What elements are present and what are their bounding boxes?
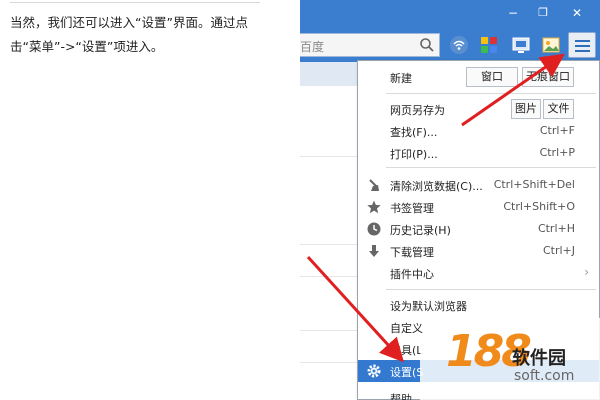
- screenshot-icon[interactable]: [510, 34, 532, 56]
- download-arrow-icon: [369, 245, 379, 257]
- menu-downloads-shortcut: Ctrl+J: [542, 244, 575, 257]
- menu-settings-label: 设置(S: [390, 366, 424, 379]
- menu-bookmarks-shortcut: Ctrl+Shift+O: [503, 200, 575, 213]
- menu-plugins-label: 插件中心: [390, 268, 434, 281]
- menu-item-clear-data[interactable]: 清除浏览数据(C)... Ctrl+Shift+Del: [358, 174, 599, 196]
- minimize-button[interactable]: −: [498, 2, 528, 24]
- menu-item-history[interactable]: 历史记录(H) Ctrl+H: [358, 218, 599, 240]
- address-bar[interactable]: 百度: [300, 33, 440, 57]
- menu-customize-label: 自定义: [390, 322, 423, 335]
- menu-item-plugins[interactable]: 插件中心 ›: [358, 262, 599, 284]
- watermark-domain: soft.com: [514, 368, 575, 384]
- menu-history-shortcut: Ctrl+H: [537, 222, 575, 235]
- address-placeholder: 百度: [300, 40, 325, 54]
- menu-save-as-label: 网页另存为: [390, 104, 445, 117]
- menu-item-save-as: 网页另存为 图片 文件: [358, 98, 599, 120]
- main-menu-button[interactable]: [568, 32, 596, 58]
- menu-find-shortcut: Ctrl+F: [539, 124, 575, 137]
- wifi-icon[interactable]: [448, 34, 470, 56]
- apps-icon[interactable]: [478, 34, 500, 56]
- menu-find-label: 查找(F)...: [390, 126, 438, 139]
- toolbar: 百度: [300, 28, 600, 62]
- title-bar: − ❐ ✕: [300, 0, 600, 28]
- menu-new-label: 新建: [390, 72, 412, 85]
- menu-item-print[interactable]: 打印(P)... Ctrl+P: [358, 142, 599, 164]
- chevron-right-icon: ›: [584, 265, 589, 279]
- menu-item-new: 新建 窗口 无痕窗口: [358, 66, 599, 88]
- top-divider: [10, 2, 260, 3]
- close-button[interactable]: ✕: [562, 2, 592, 24]
- menu-bookmarks-label: 书签管理: [390, 202, 434, 215]
- article-line-2: 击“菜单”->“设置”项进入。: [10, 39, 164, 54]
- image-icon[interactable]: [540, 34, 562, 56]
- menu-item-downloads[interactable]: 下载管理 Ctrl+J: [358, 240, 599, 262]
- watermark-name: 软件园: [512, 348, 566, 369]
- menu-clear-label: 清除浏览数据(C)...: [390, 180, 483, 193]
- new-window-button[interactable]: 窗口: [466, 67, 518, 87]
- menu-tools-label: 工具(L: [390, 344, 423, 357]
- star-icon: [367, 200, 381, 214]
- menu-clear-shortcut: Ctrl+Shift+Del: [493, 178, 575, 191]
- menu-print-label: 打印(P)...: [390, 148, 438, 161]
- menu-downloads-label: 下载管理: [390, 246, 434, 259]
- clock-icon: [367, 222, 381, 236]
- restore-button[interactable]: ❐: [528, 2, 558, 24]
- search-icon[interactable]: [419, 37, 435, 53]
- watermark-logo: 188 软件园 soft.com: [420, 318, 600, 400]
- broom-icon: [369, 179, 379, 191]
- menu-history-label: 历史记录(H): [390, 224, 451, 237]
- save-file-button[interactable]: 文件: [543, 99, 574, 119]
- menu-icon: [575, 40, 590, 42]
- menu-set-default-label: 设为默认浏览器: [390, 300, 467, 313]
- save-image-button[interactable]: 图片: [511, 99, 541, 119]
- menu-item-find[interactable]: 查找(F)... Ctrl+F: [358, 120, 599, 142]
- new-incognito-button[interactable]: 无痕窗口: [522, 67, 574, 87]
- menu-help-label: 帮助: [390, 393, 412, 400]
- menu-item-bookmarks[interactable]: 书签管理 Ctrl+Shift+O: [358, 196, 599, 218]
- menu-print-shortcut: Ctrl+P: [539, 146, 575, 159]
- gear-icon: [367, 364, 381, 378]
- article-line-1: 当然，我们还可以进入“设置”界面。通过点: [10, 15, 248, 30]
- menu-item-set-default[interactable]: 设为默认浏览器: [358, 294, 599, 316]
